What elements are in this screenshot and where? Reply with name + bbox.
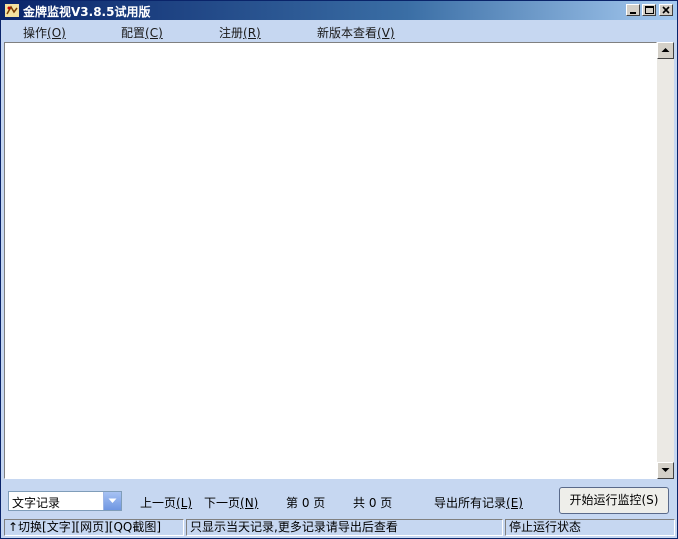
- export-all-label: 导出所有记录: [434, 496, 507, 510]
- next-page-shortcut: (N): [240, 496, 259, 510]
- menu-register-shortcut: (R): [243, 26, 261, 40]
- menu-register[interactable]: 注册(R): [219, 24, 261, 41]
- app-window: 金牌监视V3.8.5试用版 操作(O) 配置(C) 注册(R) 新版本查看(V): [0, 0, 678, 539]
- export-all-button[interactable]: 导出所有记录(E): [434, 494, 523, 511]
- minimize-icon: [630, 12, 636, 14]
- prev-page-button[interactable]: 上一页(L): [140, 494, 192, 511]
- menu-bar: 操作(O) 配置(C) 注册(R) 新版本查看(V): [1, 20, 677, 42]
- total-pages-indicator: 共 0 页: [353, 496, 393, 510]
- menu-operate[interactable]: 操作(O): [23, 24, 66, 41]
- next-page-button[interactable]: 下一页(N): [204, 494, 258, 511]
- record-type-select[interactable]: 文字记录: [8, 491, 122, 511]
- app-logo-icon: [5, 4, 19, 17]
- arrow-down-icon: [661, 468, 670, 472]
- vertical-scrollbar[interactable]: [657, 42, 674, 479]
- record-type-value: 文字记录: [12, 496, 61, 510]
- maximize-icon: [645, 6, 654, 14]
- menu-operate-label: 操作: [23, 26, 48, 40]
- chevron-down-icon: [108, 498, 117, 503]
- menu-config-label: 配置: [121, 26, 146, 40]
- menu-config-shortcut: (C): [145, 26, 163, 40]
- dropdown-button[interactable]: [103, 492, 121, 510]
- close-icon: [662, 6, 670, 14]
- menu-operate-shortcut: (O): [47, 26, 66, 40]
- export-all-shortcut: (E): [506, 496, 523, 510]
- arrow-up-icon: [661, 48, 670, 52]
- status-bar: ↑切换[文字][网页][QQ截图] 只显示当天记录,更多记录请导出后查看 停止运…: [1, 518, 677, 538]
- title-bar[interactable]: 金牌监视V3.8.5试用版: [1, 1, 677, 20]
- next-page-label: 下一页: [204, 496, 241, 510]
- menu-new-version-label: 新版本查看: [317, 26, 378, 40]
- status-info: 只显示当天记录,更多记录请导出后查看: [186, 519, 503, 536]
- window-title: 金牌监视V3.8.5试用版: [23, 5, 151, 19]
- bottom-toolbar: 文字记录 上一页(L) 下一页(N) 第 0 页 共 0 页 导出所有记录(E)…: [1, 481, 677, 517]
- maximize-button[interactable]: [642, 4, 656, 16]
- menu-new-version-shortcut: (V): [377, 26, 395, 40]
- menu-register-label: 注册: [219, 26, 244, 40]
- menu-config[interactable]: 配置(C): [121, 24, 163, 41]
- window-controls: [624, 4, 673, 16]
- prev-page-shortcut: (L): [176, 496, 193, 510]
- menu-new-version[interactable]: 新版本查看(V): [317, 24, 395, 41]
- scroll-up-button[interactable]: [657, 42, 674, 59]
- current-page-indicator: 第 0 页: [286, 496, 326, 510]
- record-display-area[interactable]: [4, 42, 657, 479]
- start-monitoring-button[interactable]: 开始运行监控(S): [559, 487, 669, 514]
- minimize-button[interactable]: [626, 4, 640, 16]
- close-button[interactable]: [659, 4, 673, 16]
- prev-page-label: 上一页: [140, 496, 177, 510]
- status-toggle-hint[interactable]: ↑切换[文字][网页][QQ截图]: [4, 519, 184, 536]
- scroll-down-button[interactable]: [657, 462, 674, 479]
- status-run-state: 停止运行状态: [505, 519, 675, 536]
